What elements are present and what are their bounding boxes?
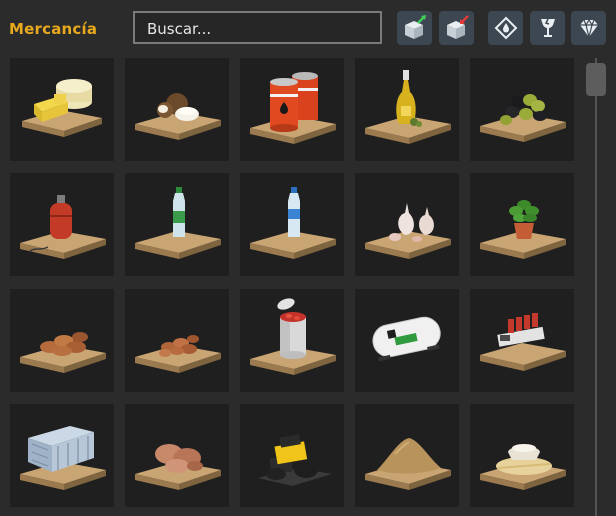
cargo-tile-meat[interactable] xyxy=(125,404,229,507)
import-cargo-button[interactable] xyxy=(397,11,432,45)
cargo-tile-oil-barrels[interactable] xyxy=(240,58,344,161)
cargo-tile-road-roller[interactable] xyxy=(240,404,344,507)
header: Mercancía Buscar... xyxy=(0,0,616,58)
cargo-tile-metal-bars[interactable] xyxy=(10,404,114,507)
search-placeholder: Buscar... xyxy=(147,20,212,38)
cargo-tile-garlic[interactable] xyxy=(355,173,459,276)
fuel-filter-button[interactable] xyxy=(488,11,523,45)
cargo-tile-nuts[interactable] xyxy=(125,289,229,392)
cargo-tile-almonds[interactable] xyxy=(10,289,114,392)
cargo-tile-coconuts[interactable] xyxy=(125,58,229,161)
cargo-tile-flour[interactable] xyxy=(470,404,574,507)
cargo-tile-basil-plant[interactable] xyxy=(470,173,574,276)
scrollbar-thumb[interactable] xyxy=(586,63,606,96)
box-arrow-in-icon xyxy=(401,14,429,42)
cargo-grid xyxy=(0,58,580,516)
export-cargo-button[interactable] xyxy=(439,11,474,45)
box-arrow-out-icon xyxy=(443,14,471,42)
scrollbar-track[interactable] xyxy=(584,58,608,516)
cargo-tile-olives[interactable] xyxy=(470,58,574,161)
cargo-tile-cheese[interactable] xyxy=(10,58,114,161)
fragile-filter-button[interactable] xyxy=(530,11,565,45)
cargo-tile-sand[interactable] xyxy=(355,404,459,507)
valuable-filter-button[interactable] xyxy=(571,11,606,45)
scrollbar-line xyxy=(595,58,597,516)
diamond-icon xyxy=(577,16,601,40)
search-input[interactable]: Buscar... xyxy=(133,11,382,44)
cargo-tile-tank[interactable] xyxy=(355,289,459,392)
glass-icon xyxy=(536,16,560,40)
fuel-drop-icon xyxy=(494,16,518,40)
cargo-tile-canned-food[interactable] xyxy=(240,289,344,392)
cargo-tile-gas-cylinder[interactable] xyxy=(10,173,114,276)
cargo-tile-machinery[interactable] xyxy=(470,289,574,392)
cargo-tile-olive-oil[interactable] xyxy=(355,58,459,161)
cargo-tile-water-bottle-blue[interactable] xyxy=(240,173,344,276)
page-title: Mercancía xyxy=(9,20,98,38)
cargo-tile-water-bottle-green[interactable] xyxy=(125,173,229,276)
